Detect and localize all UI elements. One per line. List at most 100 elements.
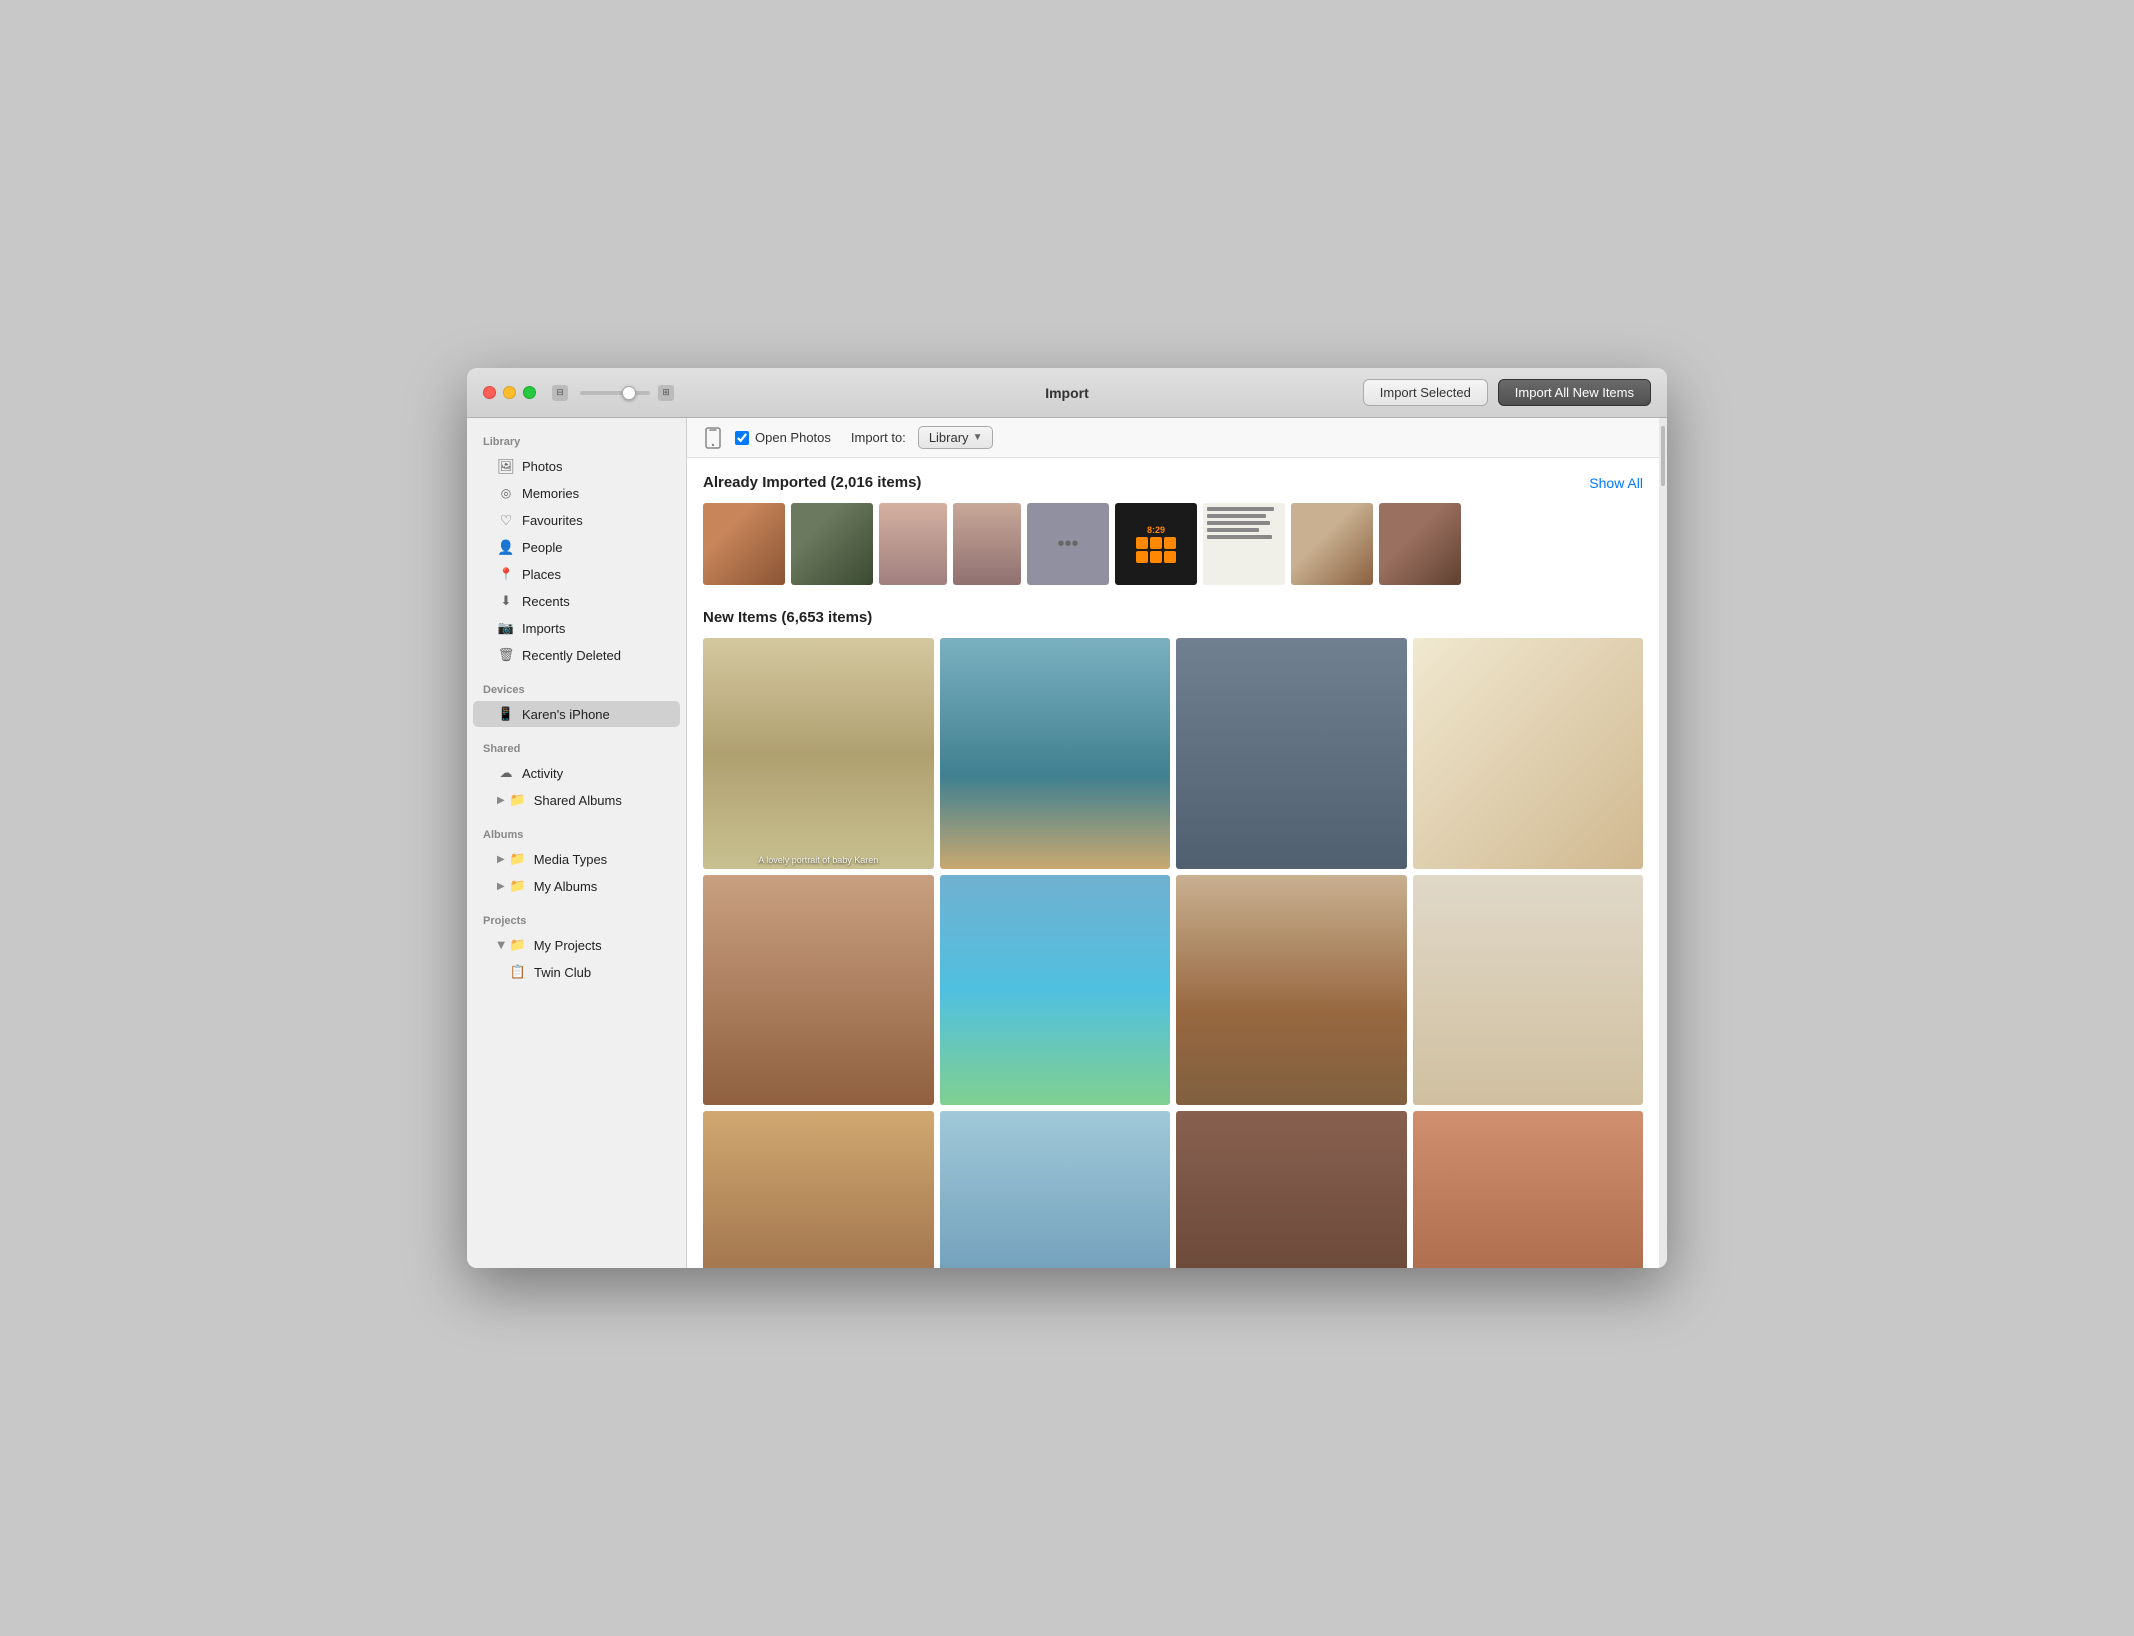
new-items-section-header: New Items (6,653 items) <box>703 609 1643 626</box>
import-to-static-label: Import to: <box>851 430 906 445</box>
imports-icon: 📷 <box>497 619 515 637</box>
sidebar-item-recently-deleted[interactable]: 🗑 Recently Deleted <box>473 642 680 668</box>
sidebar-item-iphone-label: Karen's iPhone <box>522 707 610 722</box>
titlebar: ⊟ ⊞ Import Import Selected Import All Ne… <box>467 368 1667 418</box>
photos-icon: 🖼 <box>497 457 515 475</box>
dropdown-arrow-icon: ▼ <box>973 432 983 443</box>
import-selected-button[interactable]: Import Selected <box>1363 379 1488 406</box>
my-albums-chevron: ▶ <box>497 881 505 892</box>
shared-albums-chevron: ▶ <box>497 795 505 806</box>
sidebar-item-recents-label: Recents <box>522 594 570 609</box>
sidebar-item-imports[interactable]: 📷 Imports <box>473 615 680 641</box>
imported-photo-5[interactable]: ••• <box>1027 503 1109 585</box>
sidebar-toggle-button[interactable]: ⊟ <box>552 385 568 401</box>
import-all-button[interactable]: Import All New Items <box>1498 379 1651 406</box>
sidebar-item-recents[interactable]: ⬇ Recents <box>473 588 680 614</box>
new-photo-6[interactable] <box>940 875 1171 1106</box>
sidebar-item-favourites[interactable]: ♡ Favourites <box>473 507 680 533</box>
recents-icon: ⬇ <box>497 592 515 610</box>
scrollbar-track[interactable] <box>1659 418 1667 1268</box>
new-photo-10[interactable] <box>940 1111 1171 1268</box>
imported-photo-4[interactable] <box>953 503 1021 585</box>
device-phone-icon <box>703 428 723 448</box>
traffic-lights <box>483 386 536 399</box>
zoom-slider-area <box>580 391 650 395</box>
photo-caption-1: A lovely portrait of baby Karen <box>703 855 934 865</box>
import-to-dropdown[interactable]: Library ▼ <box>918 426 994 449</box>
new-photo-9[interactable] <box>703 1111 934 1268</box>
zoom-slider[interactable] <box>580 391 650 395</box>
sidebar-item-twin-club[interactable]: 📋 Twin Club <box>473 959 680 985</box>
imported-photo-9[interactable] <box>1379 503 1461 585</box>
activity-icon: ☁ <box>497 764 515 782</box>
new-photo-7[interactable] <box>1176 875 1407 1106</box>
fullscreen-button[interactable]: ⊞ <box>658 385 674 401</box>
imported-photo-8[interactable] <box>1291 503 1373 585</box>
sidebar-item-people[interactable]: 👤 People <box>473 534 680 560</box>
sidebar-item-imports-label: Imports <box>522 621 565 636</box>
new-photo-2[interactable] <box>940 638 1171 869</box>
sidebar: Library 🖼 Photos ◎ Memories ♡ Favourites… <box>467 418 687 1268</box>
new-photo-12[interactable] <box>1413 1111 1644 1268</box>
twin-club-icon: 📋 <box>509 963 527 981</box>
sidebar-item-photos[interactable]: 🖼 Photos <box>473 453 680 479</box>
sidebar-item-activity[interactable]: ☁ Activity <box>473 760 680 786</box>
my-projects-icon: 📁 <box>509 936 527 954</box>
imported-photo-3[interactable] <box>879 503 947 585</box>
open-photos-checkbox-label[interactable]: Open Photos <box>735 430 831 445</box>
shared-section-label: Shared <box>467 735 686 759</box>
open-photos-label: Open Photos <box>755 430 831 445</box>
scrollbar-thumb[interactable] <box>1661 426 1665 486</box>
sidebar-item-photos-label: Photos <box>522 459 562 474</box>
open-photos-checkbox[interactable] <box>735 431 749 445</box>
shared-albums-icon: 📁 <box>509 791 527 809</box>
imported-photo-7[interactable] <box>1203 503 1285 585</box>
sidebar-item-shared-albums[interactable]: ▶ 📁 Shared Albums <box>473 787 680 813</box>
app-window: ⊟ ⊞ Import Import Selected Import All Ne… <box>467 368 1667 1268</box>
places-icon: 📍 <box>497 565 515 583</box>
sidebar-item-memories[interactable]: ◎ Memories <box>473 480 680 506</box>
sidebar-item-recently-deleted-label: Recently Deleted <box>522 648 621 663</box>
devices-section-label: Devices <box>467 676 686 700</box>
sidebar-item-karens-iphone[interactable]: 📱 Karen's iPhone <box>473 701 680 727</box>
recently-deleted-icon: 🗑 <box>497 646 515 664</box>
new-photo-8[interactable] <box>1413 875 1644 1106</box>
media-types-chevron: ▶ <box>497 854 505 865</box>
show-all-link[interactable]: Show All <box>1589 475 1643 491</box>
imported-photo-2[interactable] <box>791 503 873 585</box>
sidebar-item-media-types-label: Media Types <box>534 852 607 867</box>
new-items-title: New Items (6,653 items) <box>703 609 872 626</box>
new-items-grid: A lovely portrait of baby Karen <box>703 638 1643 1268</box>
sidebar-item-people-label: People <box>522 540 562 555</box>
already-imported-section-header: Already Imported (2,016 items) Show All <box>703 474 1643 491</box>
window-controls: ⊟ ⊞ <box>552 385 674 401</box>
maximize-button[interactable] <box>523 386 536 399</box>
titlebar-buttons: Import Selected Import All New Items <box>1363 379 1651 406</box>
sidebar-item-my-albums-label: My Albums <box>534 879 598 894</box>
sidebar-item-places-label: Places <box>522 567 561 582</box>
favourites-icon: ♡ <box>497 511 515 529</box>
sidebar-item-favourites-label: Favourites <box>522 513 583 528</box>
minimize-button[interactable] <box>503 386 516 399</box>
already-imported-title: Already Imported (2,016 items) <box>703 474 921 491</box>
new-photo-1[interactable]: A lovely portrait of baby Karen <box>703 638 934 869</box>
sidebar-item-places[interactable]: 📍 Places <box>473 561 680 587</box>
close-button[interactable] <box>483 386 496 399</box>
sidebar-item-my-albums[interactable]: ▶ 📁 My Albums <box>473 873 680 899</box>
people-icon: 👤 <box>497 538 515 556</box>
new-photo-11[interactable] <box>1176 1111 1407 1268</box>
sidebar-item-media-types[interactable]: ▶ 📁 Media Types <box>473 846 680 872</box>
sidebar-item-my-projects[interactable]: ▶ 📁 My Projects <box>473 932 680 958</box>
new-photo-3[interactable] <box>1176 638 1407 869</box>
sidebar-item-activity-label: Activity <box>522 766 563 781</box>
photo-scroll-area[interactable]: Already Imported (2,016 items) Show All … <box>687 458 1659 1268</box>
imported-photo-1[interactable] <box>703 503 785 585</box>
my-albums-icon: 📁 <box>509 877 527 895</box>
new-photo-4[interactable] <box>1413 638 1644 869</box>
window-title: Import <box>1045 385 1089 401</box>
imported-photo-6[interactable]: 8:29 <box>1115 503 1197 585</box>
import-toolbar: Open Photos Import to: Library ▼ <box>687 418 1659 458</box>
zoom-slider-thumb[interactable] <box>622 386 636 400</box>
sidebar-item-twin-club-label: Twin Club <box>534 965 591 980</box>
new-photo-5[interactable] <box>703 875 934 1106</box>
